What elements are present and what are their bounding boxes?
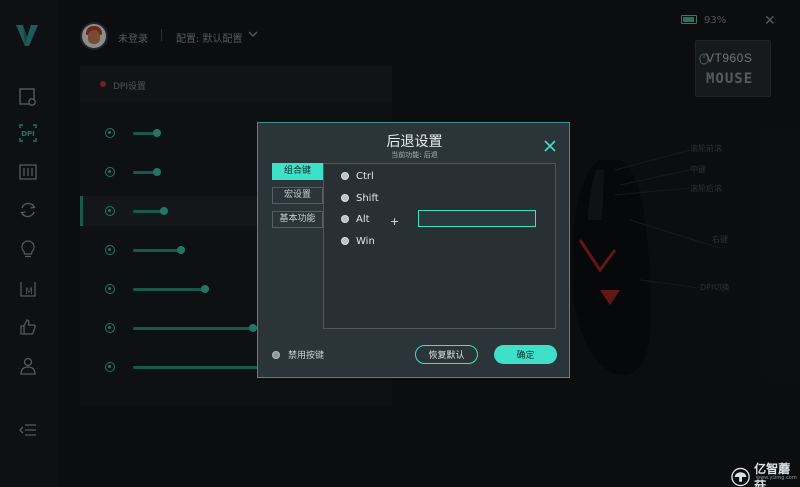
radio-ctrl[interactable] [341, 172, 349, 180]
tab-macro[interactable]: 宏设置 [272, 187, 323, 204]
modifier-label: Ctrl [356, 170, 374, 182]
modifier-shift[interactable]: Shift [341, 191, 379, 205]
dialog-subtitle: 当前功能: 后退 [391, 151, 438, 159]
restore-defaults-button[interactable]: 恢复默认 [415, 345, 478, 364]
modifier-win[interactable]: Win [341, 234, 375, 248]
confirm-button[interactable]: 确定 [494, 345, 557, 364]
modifier-label: Alt [356, 213, 370, 225]
modifier-label: Shift [356, 192, 379, 204]
key-capture-input[interactable] [418, 210, 536, 227]
modifier-alt[interactable]: Alt [341, 212, 370, 226]
close-icon[interactable] [543, 139, 557, 153]
watermark-brand: 亿智蘑菇 [754, 462, 791, 487]
mushroom-logo-icon [731, 467, 750, 487]
disable-key-option[interactable]: 禁用按键 [272, 348, 324, 361]
modifier-options-box: Ctrl Shift Alt Win [323, 163, 556, 329]
tab-combo-keys[interactable]: 组合键 [272, 163, 323, 180]
dialog-title: 后退设置 [386, 134, 443, 150]
radio-shift[interactable] [341, 194, 349, 202]
radio-win[interactable] [341, 237, 349, 245]
watermark: 亿智蘑菇 [731, 460, 800, 487]
modifier-label: Win [356, 235, 375, 247]
radio-alt[interactable] [341, 215, 349, 223]
watermark-url: www.yizmg.com [756, 475, 797, 481]
radio-disable-key[interactable] [272, 350, 280, 359]
plus-sign: + [390, 215, 400, 228]
disable-key-label: 禁用按键 [288, 351, 325, 361]
back-button-settings-dialog: 后退设置 当前功能: 后退 组合键 宏设置 基本功能 Ctrl Shift Al… [257, 122, 570, 378]
modifier-ctrl[interactable]: Ctrl [341, 169, 374, 183]
tab-basic-functions[interactable]: 基本功能 [272, 211, 323, 228]
